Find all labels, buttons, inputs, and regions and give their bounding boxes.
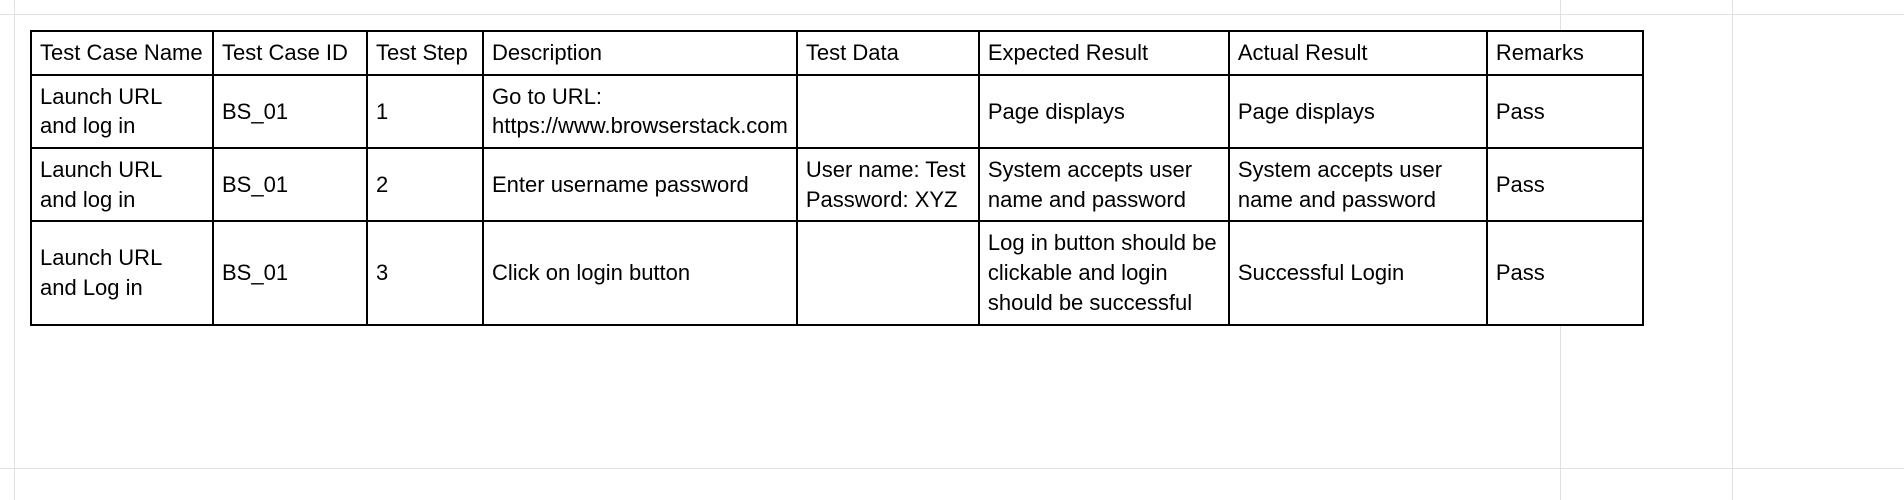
cell-step[interactable]: 3 (367, 221, 483, 324)
col-header-actual[interactable]: Actual Result (1229, 31, 1487, 75)
cell-name[interactable]: Launch URL and Log in (31, 221, 213, 324)
cell-actual[interactable]: Page displays (1229, 75, 1487, 148)
cell-expected[interactable]: System accepts user name and password (979, 148, 1229, 221)
cell-expected[interactable]: Page displays (979, 75, 1229, 148)
test-case-table: Test Case Name Test Case ID Test Step De… (30, 30, 1644, 326)
col-header-expected[interactable]: Expected Result (979, 31, 1229, 75)
cell-remarks[interactable]: Pass (1487, 148, 1643, 221)
cell-data[interactable] (797, 75, 979, 148)
col-header-step[interactable]: Test Step (367, 31, 483, 75)
cell-description[interactable]: Click on login button (483, 221, 797, 324)
table-row: Launch URL and log in BS_01 1 Go to URL:… (31, 75, 1643, 148)
cell-actual[interactable]: System accepts user name and password (1229, 148, 1487, 221)
cell-name[interactable]: Launch URL and log in (31, 75, 213, 148)
cell-name[interactable]: Launch URL and log in (31, 148, 213, 221)
col-header-description[interactable]: Description (483, 31, 797, 75)
cell-actual[interactable]: Successful Login (1229, 221, 1487, 324)
col-header-id[interactable]: Test Case ID (213, 31, 367, 75)
cell-description[interactable]: Enter username password (483, 148, 797, 221)
col-header-remarks[interactable]: Remarks (1487, 31, 1643, 75)
cell-description[interactable]: Go to URL: https://www.browserstack.com (483, 75, 797, 148)
col-header-name[interactable]: Test Case Name (31, 31, 213, 75)
cell-step[interactable]: 1 (367, 75, 483, 148)
cell-id[interactable]: BS_01 (213, 75, 367, 148)
table-row: Launch URL and Log in BS_01 3 Click on l… (31, 221, 1643, 324)
cell-remarks[interactable]: Pass (1487, 221, 1643, 324)
cell-remarks[interactable]: Pass (1487, 75, 1643, 148)
table-header-row: Test Case Name Test Case ID Test Step De… (31, 31, 1643, 75)
table-row: Launch URL and log in BS_01 2 Enter user… (31, 148, 1643, 221)
cell-data[interactable]: User name: Test Password: XYZ (797, 148, 979, 221)
cell-step[interactable]: 2 (367, 148, 483, 221)
cell-data[interactable] (797, 221, 979, 324)
cell-id[interactable]: BS_01 (213, 221, 367, 324)
cell-id[interactable]: BS_01 (213, 148, 367, 221)
cell-expected[interactable]: Log in button should be clickable and lo… (979, 221, 1229, 324)
col-header-data[interactable]: Test Data (797, 31, 979, 75)
